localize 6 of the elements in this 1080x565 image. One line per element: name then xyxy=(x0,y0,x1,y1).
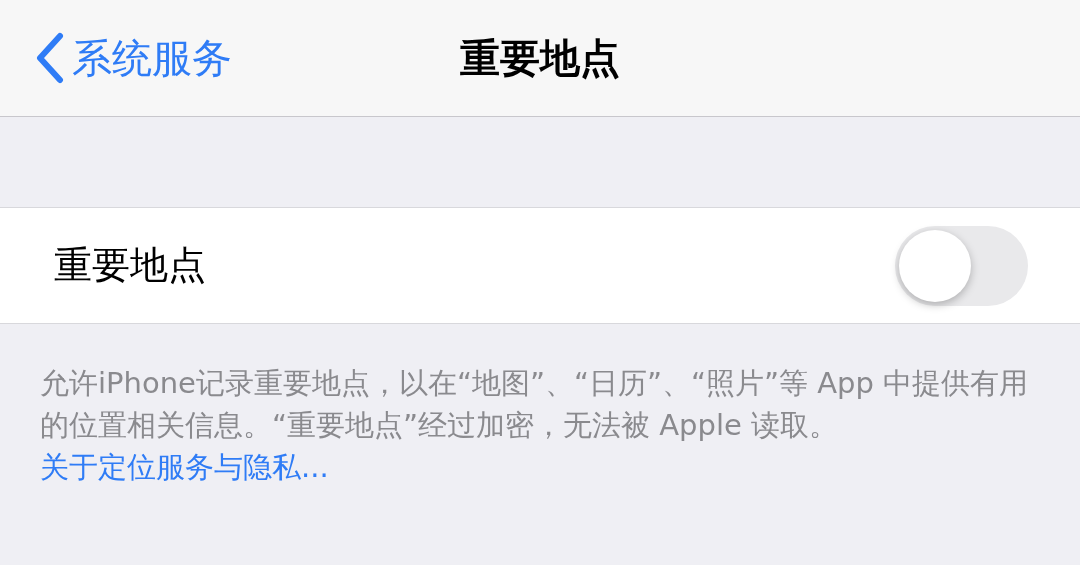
window-title: 重要地点 xyxy=(460,34,620,83)
back-button[interactable]: 系统服务 xyxy=(0,28,232,88)
setting-label: 重要地点 xyxy=(54,242,206,289)
privacy-link[interactable]: 关于定位服务与隐私... xyxy=(40,450,329,484)
back-chevron-icon xyxy=(34,32,64,84)
footer-description: 允许iPhone记录重要地点，以在“地图”、“日历”、“照片”等 App 中提供有用的位置相关信息。“重要地点”经过加密，无法被 Apple 读取。 关于定位服务与隐私... xyxy=(39,365,1030,486)
